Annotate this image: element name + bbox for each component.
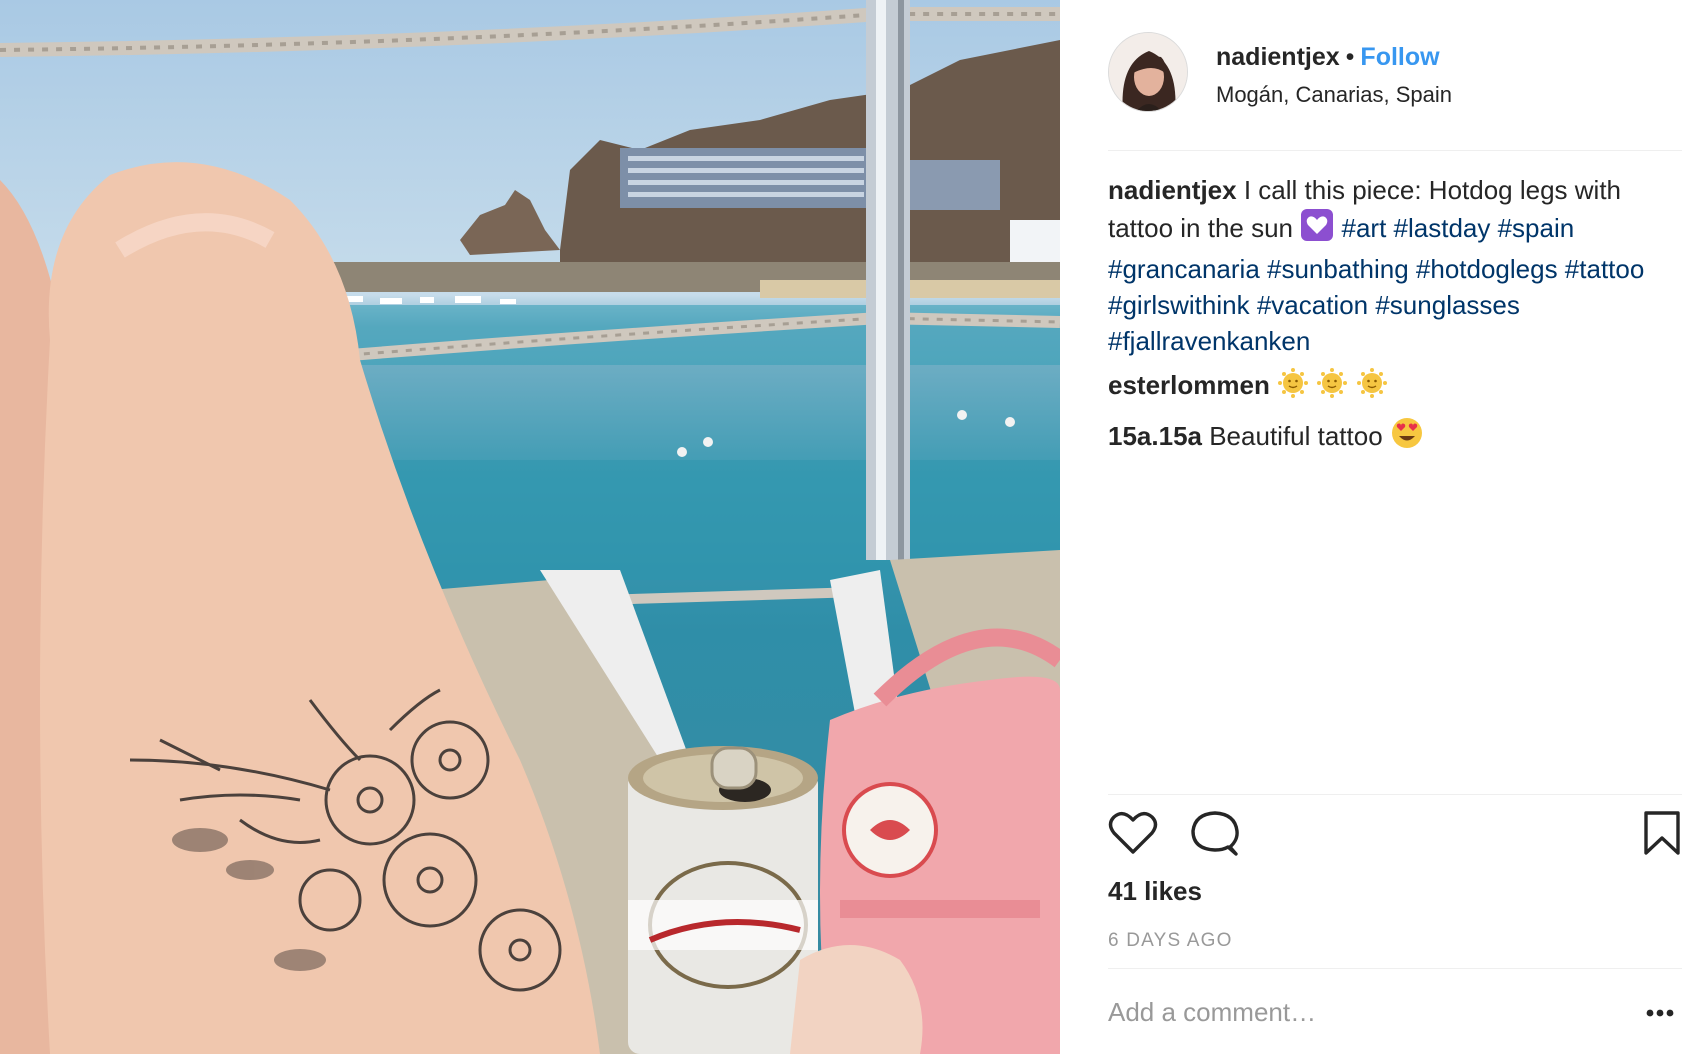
sun-face-emoji (1316, 367, 1348, 408)
heart-icon[interactable] (1108, 810, 1158, 861)
caption: nadientjex I call this piece: Hotdog leg… (1108, 172, 1684, 359)
heart-eyes-emoji (1390, 416, 1424, 459)
username-row: nadientjex • Follow (1216, 40, 1452, 74)
header-divider (1108, 150, 1682, 151)
purple-heart-emoji (1300, 208, 1334, 251)
action-bar (1108, 810, 1682, 866)
more-options-icon[interactable] (1638, 993, 1682, 1033)
post-header: nadientjex • Follow Mogán, Canarias, Spain (1108, 32, 1682, 114)
follow-button[interactable]: Follow (1360, 43, 1439, 71)
sun-face-emoji (1356, 367, 1388, 408)
bookmark-icon[interactable] (1642, 810, 1682, 861)
comment-username[interactable]: esterlommen (1108, 370, 1270, 400)
actions-divider (1108, 794, 1682, 795)
post-username[interactable]: nadientjex (1216, 43, 1340, 71)
separator-dot: • (1345, 43, 1355, 71)
post-photo-illustration (0, 0, 1060, 1054)
speech-bubble-icon[interactable] (1190, 810, 1240, 863)
likes-count[interactable]: 41 likes (1108, 876, 1202, 907)
caption-username[interactable]: nadientjex (1108, 175, 1237, 205)
comment-username[interactable]: 15a.15a (1108, 421, 1202, 451)
add-comment-box (1108, 985, 1682, 1045)
add-comment-input[interactable] (1108, 989, 1628, 1035)
comment-box-divider (1108, 968, 1682, 969)
post-location[interactable]: Mogán, Canarias, Spain (1216, 80, 1452, 110)
post-timestamp[interactable]: 6 DAYS AGO (1108, 930, 1233, 952)
comments-list: nadientjex I call this piece: Hotdog leg… (1108, 172, 1684, 459)
sun-face-emoji (1277, 367, 1309, 408)
comment-text: Beautiful tattoo (1209, 421, 1383, 451)
comment-item: esterlommen (1108, 367, 1684, 408)
avatar-image (1109, 33, 1187, 111)
post-photo[interactable] (0, 0, 1060, 1054)
header-text: nadientjex • Follow Mogán, Canarias, Spain (1216, 40, 1452, 110)
post-sidebar: nadientjex • Follow Mogán, Canarias, Spain… (1060, 0, 1702, 1054)
avatar[interactable] (1108, 32, 1188, 112)
comment-item: 15a.15a Beautiful tattoo (1108, 416, 1684, 459)
